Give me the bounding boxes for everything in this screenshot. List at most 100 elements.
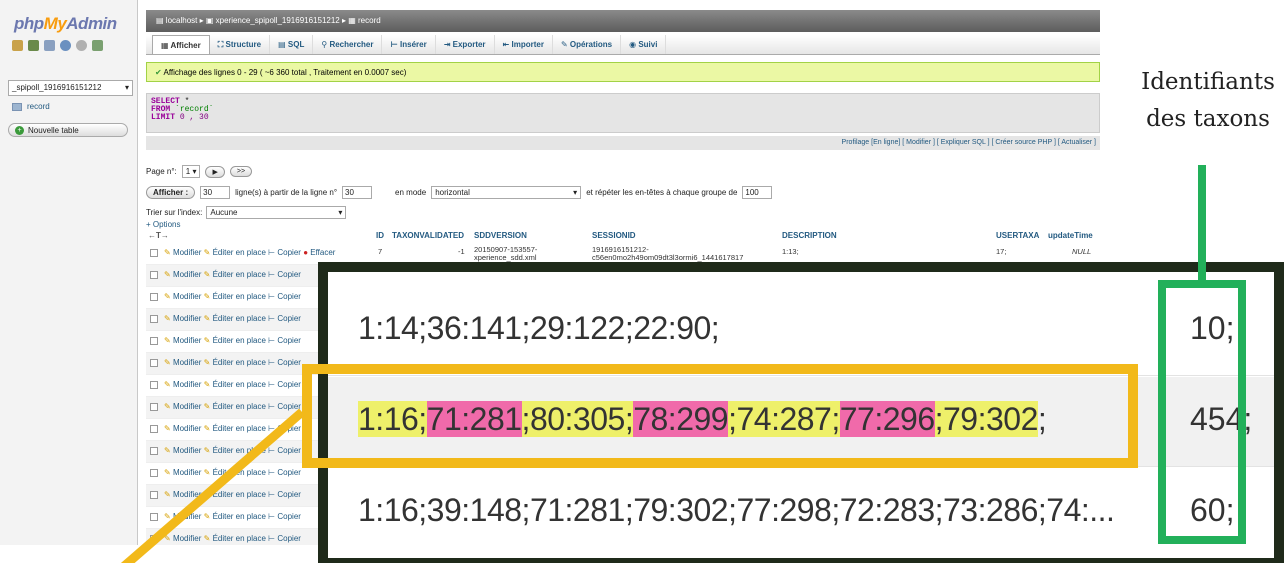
annotation-label: Identifiants des taxons (1128, 64, 1288, 138)
column-resize-handle[interactable]: ←T→ (148, 231, 169, 240)
row-checkbox[interactable] (150, 271, 158, 279)
pencil-icon: ✎ (164, 314, 171, 323)
cell-description: 1:13; (782, 247, 799, 256)
tab-suivi[interactable]: ◉ Suivi (621, 35, 667, 54)
breadcrumb-table[interactable]: record (358, 16, 381, 25)
copy-icon: ⊢ (268, 292, 276, 301)
column-header-updatetime[interactable]: updateTime (1048, 231, 1093, 240)
table-icon (12, 102, 22, 111)
options-link[interactable]: + Options (146, 220, 180, 229)
phpmyadmin-logo[interactable]: phpMyAdmin (14, 14, 117, 34)
copy-link[interactable]: Copier (277, 248, 301, 257)
copy-icon: ⊢ (268, 248, 276, 257)
zoom-row: 1:16;39:148;71:281;79:302;77:298;72:283;… (328, 468, 1274, 558)
tab-bar: ▦ Afficher ⛶ Structure ▤ SQL ⚲ Recherche… (146, 35, 1100, 55)
sort-row: Trier sur l'index: Aucune ▾ (146, 206, 347, 219)
pencil-icon: ✎ (164, 270, 171, 279)
tab-rechercher[interactable]: ⚲ Rechercher (313, 35, 383, 54)
orange-callout-stroke (120, 408, 305, 563)
tab-inserer[interactable]: ⊢ Insérer (382, 35, 436, 54)
zoom-row: 1:14;36:141;29:122;22:90; 10; (328, 286, 1274, 376)
profiling-links[interactable]: Profilage [En ligne] [ Modifier ] [ Expl… (146, 136, 1100, 150)
new-table-button[interactable]: + Nouvelle table (8, 123, 128, 137)
pencil-icon: ✎ (164, 292, 171, 301)
pencil-icon: ✎ (164, 336, 171, 345)
column-header-taxonvalidated[interactable]: TAXONVALIDATED (392, 231, 464, 240)
breadcrumb: ▤ localhost ▸ ▣ xperience_spipoll_191691… (146, 10, 1100, 32)
next-page-button[interactable]: ▶ (205, 165, 225, 178)
inline-edit-icon: ✎ (203, 336, 211, 345)
afficher-button[interactable]: Afficher : (146, 186, 196, 199)
success-message: ✔ Affichage des lignes 0 - 29 ( ~6 360 t… (146, 62, 1100, 82)
copy-icon: ⊢ (268, 336, 276, 345)
delete-link[interactable]: Effacer (310, 248, 335, 257)
last-page-button[interactable]: >> (229, 166, 253, 177)
orange-callout-line (120, 408, 305, 563)
zoom-description: 1:16;39:148;71:281;79:302;77:298;72:283;… (358, 492, 1115, 528)
query-window-icon[interactable] (44, 40, 55, 51)
column-header-description[interactable]: DESCRIPTION (782, 231, 837, 240)
edit-link[interactable]: Modifier (173, 248, 201, 257)
chevron-down-icon: ▾ (338, 208, 343, 217)
zoom-description: 1:14;36:141;29:122;22:90; (358, 310, 720, 346)
tab-sql[interactable]: ▤ SQL (270, 35, 314, 54)
cell-sddversion: 20150907-153557-xperience_sdd.xml (474, 245, 538, 262)
cell-usertaxa: 17; (996, 247, 1007, 256)
check-icon: ✔ (155, 68, 162, 77)
column-header-id[interactable]: ID (376, 231, 384, 240)
home-icon[interactable] (12, 40, 23, 51)
display-options-row: Afficher : 30 ligne(s) à partir de la li… (146, 186, 773, 199)
copy-icon: ⊢ (268, 358, 276, 367)
annotation-line-1: Identifiants (1141, 69, 1275, 95)
page-select[interactable]: 1 ▾ (181, 165, 201, 178)
server-icon: ▤ (156, 16, 164, 25)
tab-structure[interactable]: ⛶ Structure (210, 35, 271, 54)
row-checkbox[interactable] (150, 315, 158, 323)
settings-icon[interactable] (92, 40, 103, 51)
database-select[interactable]: _spipoll_1916916151212 ▾ (8, 80, 133, 96)
row-actions: ✎ Modifier ✎ Éditer en place ⊢ Copier ● … (164, 248, 335, 257)
inline-edit-icon: ✎ (203, 270, 211, 279)
green-highlight-frame (1158, 280, 1246, 544)
repeat-headers-input[interactable]: 100 (742, 186, 773, 199)
column-header-sessionid[interactable]: SESSIONID (592, 231, 636, 240)
mode-select[interactable]: horizontal ▾ (431, 186, 582, 199)
logout-icon[interactable] (28, 40, 39, 51)
row-checkbox[interactable] (150, 293, 158, 301)
green-callout-stem (1198, 165, 1206, 283)
inline-edit-link[interactable]: Éditer en place (213, 248, 266, 257)
sidebar-table-record[interactable]: record (12, 102, 50, 111)
tab-operations[interactable]: ✎ Opérations (553, 35, 622, 54)
breadcrumb-server[interactable]: localhost (166, 16, 198, 25)
row-count-input[interactable]: 30 (200, 186, 231, 199)
pencil-icon: ✎ (164, 248, 171, 257)
tab-afficher[interactable]: ▦ Afficher (152, 35, 210, 54)
copy-icon: ⊢ (268, 270, 276, 279)
cell-sessionid: 1916916151212-c56en0mo2h49om09dt3l3ormi6… (592, 245, 744, 262)
tab-importer[interactable]: ⇤ Importer (495, 35, 553, 54)
breadcrumb-database[interactable]: xperience_spipoll_1916916151212 (216, 16, 340, 25)
annotation-line-2: des taxons (1146, 106, 1270, 132)
pager: Page n°: 1 ▾ ▶ >> (146, 165, 253, 178)
row-checkbox[interactable] (150, 337, 158, 345)
sql-query-box[interactable]: SELECT * FROM `record` LIMIT 0 , 30 (146, 93, 1100, 133)
tab-exporter[interactable]: ⇥ Exporter (436, 35, 495, 54)
column-header-sddversion[interactable]: SDDVERSION (474, 231, 527, 240)
column-header-usertaxa[interactable]: USERTAXA (996, 231, 1039, 240)
delete-icon: ● (303, 248, 309, 257)
cell-taxonvalidated: -1 (458, 247, 465, 256)
start-row-input[interactable]: 30 (342, 186, 373, 199)
docs-icon[interactable] (60, 40, 71, 51)
cell-id: 7 (378, 247, 383, 256)
chevron-down-icon: ▾ (124, 83, 129, 92)
nav-icon-bar (12, 40, 103, 51)
sort-index-select[interactable]: Aucune ▾ (206, 206, 347, 219)
row-checkbox[interactable] (150, 359, 158, 367)
row-checkbox[interactable] (150, 249, 158, 257)
pencil-icon: ✎ (164, 358, 171, 367)
inline-edit-icon: ✎ (203, 292, 211, 301)
chevron-down-icon: ▾ (573, 188, 578, 197)
results-table-header: ←T→ ID TAXONVALIDATED SDDVERSION SESSION… (146, 230, 1100, 242)
cell-updatetime: NULL (1072, 247, 1092, 256)
help-icon[interactable] (76, 40, 87, 51)
